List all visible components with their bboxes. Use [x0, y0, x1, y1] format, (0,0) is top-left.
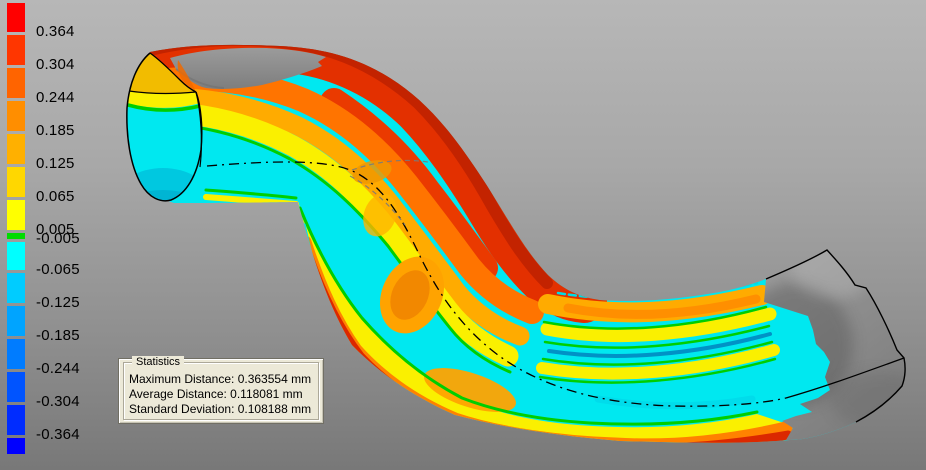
color-swatch — [7, 200, 25, 230]
stat-line: Average Distance: 0.118081 mm — [129, 387, 316, 402]
colorbar-label: 0.065 — [36, 188, 75, 206]
stat-line: Standard Deviation: 0.108188 mm — [129, 402, 316, 417]
color-swatch — [7, 134, 25, 164]
color-swatch — [7, 101, 25, 131]
statistics-lines: Maximum Distance: 0.363554 mmAverage Dis… — [129, 372, 316, 417]
colorbar-label: -0.005 — [36, 230, 80, 248]
color-swatch — [7, 68, 25, 98]
color-swatch — [7, 273, 25, 303]
colorbar-label: -0.065 — [36, 261, 80, 279]
colorbar-label: 0.244 — [36, 89, 75, 107]
colorbar-label: -0.364 — [36, 426, 80, 444]
statistics-panel: Statistics Maximum Distance: 0.363554 mm… — [118, 358, 324, 424]
statistics-groupbox: Statistics Maximum Distance: 0.363554 mm… — [123, 362, 319, 420]
statistics-title: Statistics — [132, 356, 184, 369]
colorbar-label: -0.304 — [36, 393, 80, 411]
colorbar-label: 0.185 — [36, 122, 75, 140]
color-swatch — [7, 3, 25, 32]
color-swatch — [7, 339, 25, 369]
color-swatch — [7, 167, 25, 197]
color-scale: 0.3640.3040.2440.1850.1250.0650.005-0.00… — [0, 0, 100, 470]
colorbar-label: 0.364 — [36, 23, 75, 41]
color-swatch — [7, 405, 25, 435]
colorbar-label: -0.125 — [36, 294, 80, 312]
color-swatch — [7, 35, 25, 65]
colorbar-label: 0.304 — [36, 56, 75, 74]
color-swatch — [7, 306, 25, 336]
stat-line: Maximum Distance: 0.363554 mm — [129, 372, 316, 387]
color-swatch — [7, 438, 25, 454]
color-swatch — [7, 372, 25, 402]
colorbar-label: 0.125 — [36, 155, 75, 173]
color-swatch — [7, 233, 25, 239]
viewport-window: 0.3640.3040.2440.1850.1250.0650.005-0.00… — [0, 0, 926, 470]
colorbar-label: -0.185 — [36, 327, 80, 345]
color-swatch — [7, 242, 25, 270]
colorbar-label: -0.244 — [36, 360, 80, 378]
